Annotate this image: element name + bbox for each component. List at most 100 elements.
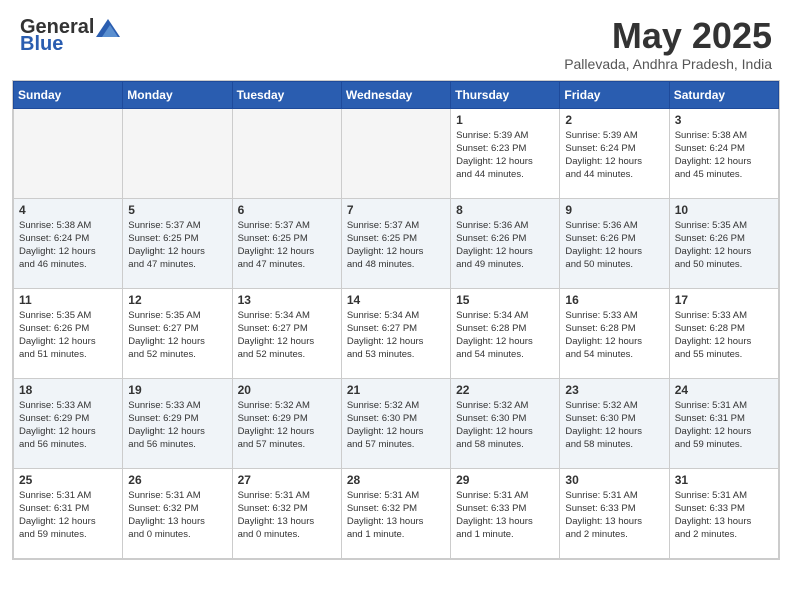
- calendar-cell: 13 Sunrise: 5:34 AM Sunset: 6:27 PM Dayli…: [232, 288, 341, 378]
- calendar-cell: 1Sunrise: 5:39 AM Sunset: 6:23 PM Daylig…: [451, 108, 560, 198]
- calendar-cell: 19Sunrise: 5:33 AM Sunset: 6:29 PM Dayli…: [123, 378, 232, 468]
- day-number: 13: [238, 293, 336, 307]
- calendar-cell: 11 Sunrise: 5:35 AM Sunset: 6:26 PM Dayli…: [14, 288, 123, 378]
- day-number: 3: [675, 113, 773, 127]
- day-info: Sunrise: 5:32 AM Sunset: 6:30 PM Dayligh…: [347, 399, 445, 452]
- day-info: Sunrise: 5:38 AM Sunset: 6:24 PM Dayligh…: [19, 219, 117, 272]
- header-friday: Friday: [560, 81, 669, 108]
- calendar-cell: 10 Sunrise: 5:35 AM Sunset: 6:26 PM Dayli…: [669, 198, 778, 288]
- day-info: Sunrise: 5:35 AM Sunset: 6:27 PM Dayligh…: [128, 309, 226, 362]
- logo-icon: [96, 19, 120, 37]
- day-info: Sunrise: 5:36 AM Sunset: 6:26 PM Dayligh…: [456, 219, 554, 272]
- day-info: Sunrise: 5:33 AM Sunset: 6:28 PM Dayligh…: [675, 309, 773, 362]
- day-info: Sunrise: 5:31 AM Sunset: 6:33 PM Dayligh…: [675, 489, 773, 542]
- day-number: 30: [565, 473, 663, 487]
- calendar-cell: 7Sunrise: 5:37 AM Sunset: 6:25 PM Daylig…: [341, 198, 450, 288]
- day-info: Sunrise: 5:35 AM Sunset: 6:26 PM Dayligh…: [19, 309, 117, 362]
- day-number: 15: [456, 293, 554, 307]
- day-info: Sunrise: 5:35 AM Sunset: 6:26 PM Dayligh…: [675, 219, 773, 272]
- day-number: 12: [128, 293, 226, 307]
- day-info: Sunrise: 5:31 AM Sunset: 6:31 PM Dayligh…: [675, 399, 773, 452]
- calendar-cell: 25 Sunrise: 5:31 AM Sunset: 6:31 PM Dayli…: [14, 468, 123, 558]
- day-number: 4: [19, 203, 117, 217]
- calendar-cell: 31 Sunrise: 5:31 AM Sunset: 6:33 PM Dayli…: [669, 468, 778, 558]
- day-info: Sunrise: 5:31 AM Sunset: 6:31 PM Dayligh…: [19, 489, 117, 542]
- day-number: 11: [19, 293, 117, 307]
- page-header: General Blue May 2025 Pallevada, Andhra …: [0, 0, 792, 80]
- title-section: May 2025 Pallevada, Andhra Pradesh, Indi…: [564, 16, 772, 72]
- day-number: 6: [238, 203, 336, 217]
- day-number: 19: [128, 383, 226, 397]
- calendar-week-row: 18 Sunrise: 5:33 AM Sunset: 6:29 PM Dayli…: [14, 378, 779, 468]
- calendar-cell: 2 Sunrise: 5:39 AM Sunset: 6:24 PM Daylig…: [560, 108, 669, 198]
- header-sunday: Sunday: [14, 81, 123, 108]
- day-number: 28: [347, 473, 445, 487]
- logo-blue-text: Blue: [20, 33, 63, 56]
- calendar-cell: [14, 108, 123, 198]
- day-info: Sunrise: 5:34 AM Sunset: 6:27 PM Dayligh…: [238, 309, 336, 362]
- calendar-week-row: 4 Sunrise: 5:38 AM Sunset: 6:24 PM Daylig…: [14, 198, 779, 288]
- calendar-table: SundayMondayTuesdayWednesdayThursdayFrid…: [13, 81, 779, 559]
- day-info: Sunrise: 5:32 AM Sunset: 6:30 PM Dayligh…: [565, 399, 663, 452]
- calendar-cell: 9 Sunrise: 5:36 AM Sunset: 6:26 PM Daylig…: [560, 198, 669, 288]
- calendar-cell: 18 Sunrise: 5:33 AM Sunset: 6:29 PM Dayli…: [14, 378, 123, 468]
- calendar-cell: 27Sunrise: 5:31 AM Sunset: 6:32 PM Dayli…: [232, 468, 341, 558]
- day-number: 8: [456, 203, 554, 217]
- day-number: 17: [675, 293, 773, 307]
- calendar-cell: [232, 108, 341, 198]
- calendar-cell: [341, 108, 450, 198]
- day-info: Sunrise: 5:31 AM Sunset: 6:32 PM Dayligh…: [238, 489, 336, 542]
- day-number: 2: [565, 113, 663, 127]
- day-number: 24: [675, 383, 773, 397]
- calendar-cell: 20 Sunrise: 5:32 AM Sunset: 6:29 PM Dayli…: [232, 378, 341, 468]
- calendar-cell: 21 Sunrise: 5:32 AM Sunset: 6:30 PM Dayli…: [341, 378, 450, 468]
- calendar-cell: 29 Sunrise: 5:31 AM Sunset: 6:33 PM Dayli…: [451, 468, 560, 558]
- day-info: Sunrise: 5:31 AM Sunset: 6:33 PM Dayligh…: [456, 489, 554, 542]
- calendar-cell: 22 Sunrise: 5:32 AM Sunset: 6:30 PM Dayli…: [451, 378, 560, 468]
- day-number: 22: [456, 383, 554, 397]
- day-info: Sunrise: 5:32 AM Sunset: 6:29 PM Dayligh…: [238, 399, 336, 452]
- day-info: Sunrise: 5:33 AM Sunset: 6:28 PM Dayligh…: [565, 309, 663, 362]
- calendar-cell: 8 Sunrise: 5:36 AM Sunset: 6:26 PM Daylig…: [451, 198, 560, 288]
- day-info: Sunrise: 5:39 AM Sunset: 6:24 PM Dayligh…: [565, 129, 663, 182]
- calendar-week-row: 11 Sunrise: 5:35 AM Sunset: 6:26 PM Dayli…: [14, 288, 779, 378]
- day-info: Sunrise: 5:36 AM Sunset: 6:26 PM Dayligh…: [565, 219, 663, 272]
- day-info: Sunrise: 5:34 AM Sunset: 6:28 PM Dayligh…: [456, 309, 554, 362]
- day-number: 31: [675, 473, 773, 487]
- day-info: Sunrise: 5:31 AM Sunset: 6:33 PM Dayligh…: [565, 489, 663, 542]
- day-number: 9: [565, 203, 663, 217]
- day-number: 14: [347, 293, 445, 307]
- day-number: 26: [128, 473, 226, 487]
- calendar-week-row: 1Sunrise: 5:39 AM Sunset: 6:23 PM Daylig…: [14, 108, 779, 198]
- day-number: 25: [19, 473, 117, 487]
- day-number: 16: [565, 293, 663, 307]
- day-info: Sunrise: 5:32 AM Sunset: 6:30 PM Dayligh…: [456, 399, 554, 452]
- day-number: 1: [456, 113, 554, 127]
- day-info: Sunrise: 5:38 AM Sunset: 6:24 PM Dayligh…: [675, 129, 773, 182]
- day-info: Sunrise: 5:34 AM Sunset: 6:27 PM Dayligh…: [347, 309, 445, 362]
- day-number: 29: [456, 473, 554, 487]
- header-tuesday: Tuesday: [232, 81, 341, 108]
- calendar-cell: 16 Sunrise: 5:33 AM Sunset: 6:28 PM Dayli…: [560, 288, 669, 378]
- calendar-cell: 24 Sunrise: 5:31 AM Sunset: 6:31 PM Dayli…: [669, 378, 778, 468]
- calendar-cell: 12 Sunrise: 5:35 AM Sunset: 6:27 PM Dayli…: [123, 288, 232, 378]
- header-saturday: Saturday: [669, 81, 778, 108]
- calendar-cell: 6Sunrise: 5:37 AM Sunset: 6:25 PM Daylig…: [232, 198, 341, 288]
- day-number: 23: [565, 383, 663, 397]
- calendar: SundayMondayTuesdayWednesdayThursdayFrid…: [12, 80, 780, 560]
- calendar-cell: 17 Sunrise: 5:33 AM Sunset: 6:28 PM Dayli…: [669, 288, 778, 378]
- header-wednesday: Wednesday: [341, 81, 450, 108]
- day-number: 18: [19, 383, 117, 397]
- location: Pallevada, Andhra Pradesh, India: [564, 56, 772, 72]
- header-monday: Monday: [123, 81, 232, 108]
- calendar-cell: 3 Sunrise: 5:38 AM Sunset: 6:24 PM Daylig…: [669, 108, 778, 198]
- day-number: 20: [238, 383, 336, 397]
- day-number: 10: [675, 203, 773, 217]
- day-info: Sunrise: 5:31 AM Sunset: 6:32 PM Dayligh…: [128, 489, 226, 542]
- day-info: Sunrise: 5:33 AM Sunset: 6:29 PM Dayligh…: [19, 399, 117, 452]
- day-number: 21: [347, 383, 445, 397]
- month-title: May 2025: [564, 16, 772, 56]
- calendar-cell: 28Sunrise: 5:31 AM Sunset: 6:32 PM Dayli…: [341, 468, 450, 558]
- logo: General Blue: [20, 16, 120, 56]
- calendar-cell: 26 Sunrise: 5:31 AM Sunset: 6:32 PM Dayli…: [123, 468, 232, 558]
